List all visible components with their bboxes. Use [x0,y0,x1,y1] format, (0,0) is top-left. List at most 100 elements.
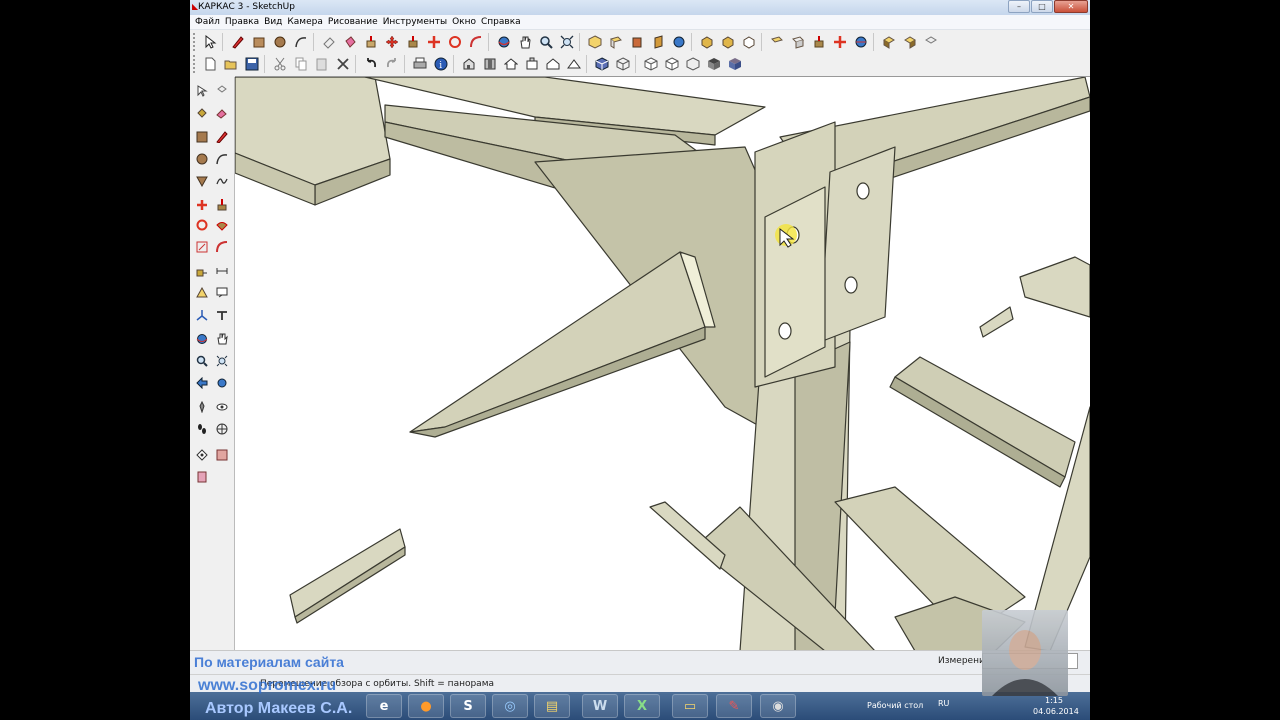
protractor-tool-icon[interactable] [192,283,212,303]
push-pull-3-icon[interactable] [808,32,829,52]
textured-style-icon[interactable] [682,54,703,74]
menu-edit[interactable]: Правка [225,15,264,29]
menu-window[interactable]: Окно [452,15,481,29]
circle-icon[interactable] [269,32,290,52]
model-viewport[interactable] [235,76,1090,650]
move-tool-icon[interactable] [192,195,212,215]
wireframe-style-icon[interactable] [612,54,633,74]
sandbox-tool-icon[interactable] [192,445,212,465]
toolbar-grip[interactable] [193,33,197,51]
text-tool-icon[interactable] [212,283,232,303]
delete-icon[interactable] [332,54,353,74]
toolbar-grip-2[interactable] [193,55,197,73]
skype-taskbar-icon[interactable]: S [450,694,486,718]
zoom-icon[interactable] [535,32,556,52]
undo-icon[interactable] [360,54,381,74]
look-around-tool-icon[interactable] [212,397,232,417]
right-icon[interactable] [521,54,542,74]
push-pull-2-icon[interactable] [402,32,423,52]
front-view-icon[interactable] [626,32,647,52]
pencil-icon[interactable] [227,32,248,52]
tape-measure-tool-icon[interactable] [192,261,212,281]
hidden-line-style-icon[interactable] [640,54,661,74]
zoom-tool-icon[interactable] [192,351,212,371]
zoom-extents-tool-icon[interactable] [212,373,232,393]
top-view-icon[interactable] [605,32,626,52]
save-icon[interactable] [241,54,262,74]
explode-icon[interactable] [920,32,941,52]
sketchup-taskbar-icon[interactable]: ✎ [716,694,752,718]
rectangle-icon[interactable] [248,32,269,52]
follow-me-tool-icon[interactable] [212,215,232,235]
cut-icon[interactable] [269,54,290,74]
arc-tool-icon[interactable] [212,149,232,169]
select-tool-icon[interactable] [192,81,212,101]
orbit-tool-icon[interactable] [192,329,212,349]
eraser-tool-icon[interactable] [212,103,232,123]
scale-tool-icon[interactable] [192,237,212,257]
left-icon[interactable] [563,54,584,74]
iso-view-icon[interactable] [584,32,605,52]
globe-icon[interactable] [850,32,871,52]
dimension-tool-icon[interactable] [212,261,232,281]
menu-file[interactable]: Файл [195,15,225,29]
media-taskbar-icon[interactable]: ◉ [760,694,796,718]
rectangle-tool-icon[interactable] [192,127,212,147]
circle-tool-icon[interactable] [192,149,212,169]
move-3-icon[interactable] [829,32,850,52]
maximize-button[interactable]: □ [1031,0,1053,13]
back-view-icon[interactable] [668,32,689,52]
explorer-taskbar-icon[interactable]: ▤ [534,694,570,718]
make-component-tool-icon[interactable] [212,81,232,101]
pan-icon[interactable] [514,32,535,52]
paint-tool-icon[interactable] [192,103,212,123]
word-taskbar-icon[interactable]: W [582,694,618,718]
orbit-icon[interactable] [493,32,514,52]
open-icon[interactable] [220,54,241,74]
position-camera-tool-icon[interactable] [192,397,212,417]
select-icon[interactable] [199,32,220,52]
redo-icon[interactable] [381,54,402,74]
desktop-label[interactable]: Рабочий стол [867,701,923,710]
shaded-style-icon[interactable] [661,54,682,74]
rotate-tool-icon[interactable] [192,215,212,235]
arc-icon[interactable] [290,32,311,52]
component-icon[interactable] [878,32,899,52]
line-tool-icon[interactable] [212,127,232,147]
move-icon[interactable] [381,32,402,52]
paint-sample-tool-icon[interactable] [212,445,232,465]
wireframe-icon[interactable] [717,32,738,52]
zoom-window-tool-icon[interactable] [212,351,232,371]
walk-tool-icon[interactable] [192,419,212,439]
top-icon[interactable] [479,54,500,74]
rotate-icon[interactable] [444,32,465,52]
eraser-2-tool-icon[interactable] [192,467,212,487]
close-button[interactable]: ✕ [1054,0,1088,13]
previous-view-tool-icon[interactable] [192,373,212,393]
eraser-icon[interactable] [318,32,339,52]
copy-icon[interactable] [290,54,311,74]
front-icon[interactable] [500,54,521,74]
print-icon[interactable] [409,54,430,74]
ie-taskbar-icon[interactable]: e [366,694,402,718]
group-icon[interactable] [899,32,920,52]
freehand-tool-icon[interactable] [212,171,232,191]
mono-style-icon[interactable] [724,54,745,74]
menu-help[interactable]: Справка [481,15,526,29]
folder-taskbar-icon[interactable]: ▭ [672,694,708,718]
3d-text-tool-icon[interactable] [212,305,232,325]
paste-icon[interactable] [311,54,332,74]
language-indicator[interactable]: RU [938,699,949,708]
polygon-tool-icon[interactable] [192,171,212,191]
push-pull-icon[interactable] [360,32,381,52]
offset-tool-icon[interactable] [212,237,232,257]
iso-icon[interactable] [458,54,479,74]
menu-draw[interactable]: Рисование [328,15,383,29]
push-pull-tool-icon[interactable] [212,195,232,215]
firefox-taskbar-icon[interactable]: ● [408,694,444,718]
follow-me-icon[interactable] [465,32,486,52]
zoom-extents-icon[interactable] [556,32,577,52]
shaded-icon[interactable] [766,32,787,52]
new-icon[interactable] [199,54,220,74]
menu-camera[interactable]: Камера [287,15,327,29]
